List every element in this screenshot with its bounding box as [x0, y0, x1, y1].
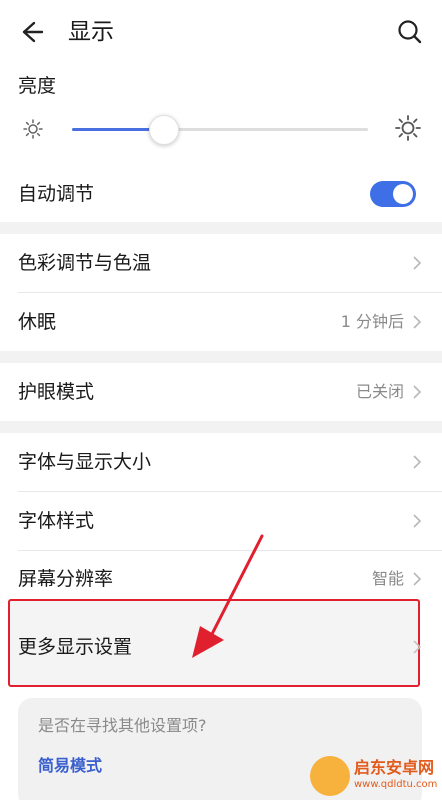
app-header: 显示 — [0, 0, 442, 64]
annotation-arrow — [192, 534, 264, 658]
chevron-right-icon — [413, 315, 422, 329]
brightness-label: 亮度 — [18, 75, 57, 97]
auto-adjust-toggle[interactable] — [370, 181, 416, 207]
chevron-right-icon — [413, 455, 422, 469]
eye-comfort-row[interactable]: 护眼模式 已关闭 — [0, 363, 442, 421]
sun-large-icon — [395, 115, 421, 141]
auto-adjust-row[interactable]: 自动调节 — [0, 168, 442, 220]
eye-comfort-label: 护眼模式 — [18, 381, 95, 403]
chevron-right-icon — [413, 572, 422, 586]
section-gap — [0, 222, 442, 234]
watermark-url: www.qdldtu.com — [354, 779, 438, 790]
resolution-value: 智能 — [371, 569, 404, 588]
resolution-label: 屏幕分辨率 — [18, 568, 114, 590]
section-gap — [0, 351, 442, 363]
page-title: 显示 — [68, 19, 114, 45]
chevron-right-icon — [413, 640, 422, 654]
auto-adjust-label: 自动调节 — [18, 183, 95, 205]
chevron-right-icon — [413, 256, 422, 270]
sun-small-icon — [23, 119, 43, 139]
color-temp-row[interactable]: 色彩调节与色温 — [0, 234, 442, 292]
suggestion-question: 是否在寻找其他设置项? — [38, 716, 207, 735]
sleep-label: 休眠 — [18, 311, 57, 333]
section-gap — [0, 421, 442, 433]
more-display-settings-label: 更多显示设置 — [18, 636, 133, 658]
brightness-slider-track[interactable] — [72, 128, 368, 131]
search-icon[interactable] — [392, 14, 428, 50]
simple-mode-link[interactable]: 简易模式 — [38, 754, 102, 778]
font-style-label: 字体样式 — [18, 510, 95, 532]
font-display-size-row[interactable]: 字体与显示大小 — [0, 433, 442, 491]
chevron-right-icon — [413, 514, 422, 528]
watermark: 启东安卓网 www.qdldtu.com — [300, 752, 442, 800]
brightness-slider-thumb[interactable] — [149, 115, 179, 145]
watermark-title: 启东安卓网 — [354, 758, 435, 777]
arrow-left-icon[interactable] — [12, 14, 48, 50]
font-display-size-label: 字体与显示大小 — [18, 451, 152, 473]
sleep-row[interactable]: 休眠 1 分钟后 — [0, 293, 442, 351]
chevron-right-icon — [413, 385, 422, 399]
sleep-value: 1 分钟后 — [340, 312, 404, 331]
eye-comfort-value: 已关闭 — [355, 382, 404, 401]
color-temp-label: 色彩调节与色温 — [18, 252, 152, 274]
watermark-logo-icon — [310, 756, 350, 796]
toggle-knob — [393, 184, 413, 204]
